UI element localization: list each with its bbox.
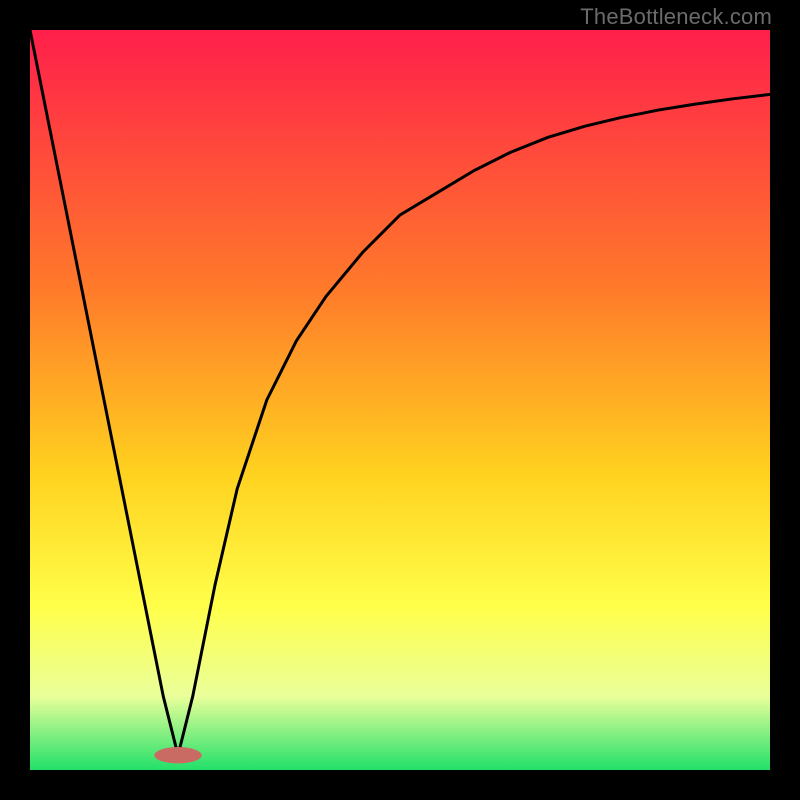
- watermark-text: TheBottleneck.com: [580, 4, 772, 30]
- minimum-marker: [154, 747, 201, 763]
- chart-svg: [30, 30, 770, 770]
- gradient-background: [30, 30, 770, 770]
- chart-frame: [30, 30, 770, 770]
